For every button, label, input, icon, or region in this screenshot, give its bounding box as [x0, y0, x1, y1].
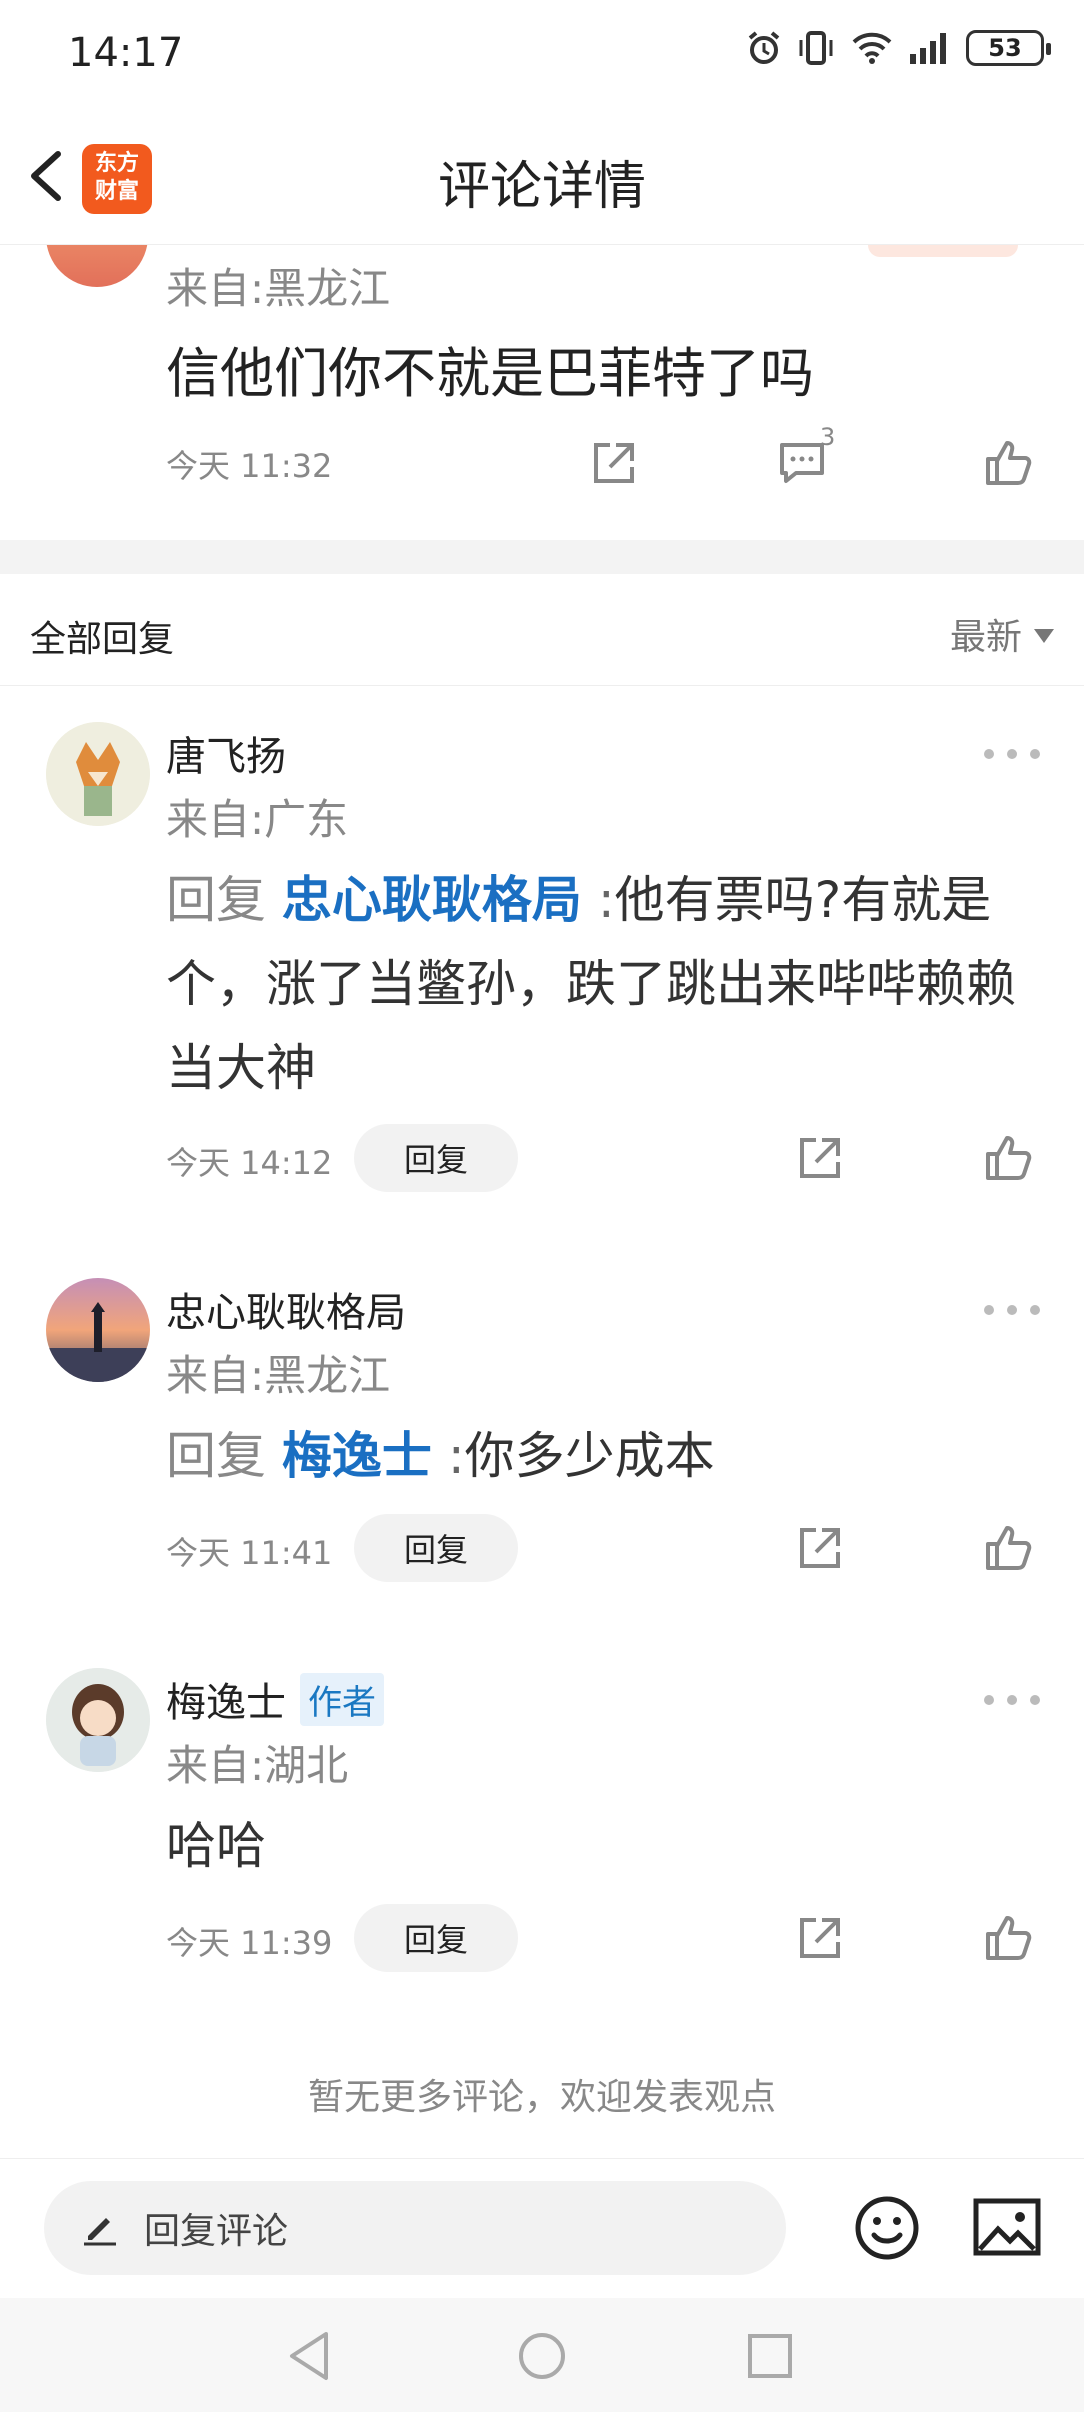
wifi-icon [852, 32, 892, 64]
reply-colon: : [597, 871, 615, 929]
author-badge: 作者 [300, 1672, 384, 1726]
comment-text: 信他们你不就是巴菲特了吗 [166, 342, 814, 405]
share-icon [800, 1918, 840, 1958]
reply-time: 今天 11:39 [166, 1924, 333, 1962]
system-back-button[interactable] [282, 2328, 338, 2384]
reply-location: 来自:广东 [166, 795, 349, 844]
square-recents-icon [748, 2334, 792, 2378]
like-button[interactable] [980, 435, 1036, 491]
reply-text: 回复 梅逸士 :你多少成本 [166, 1414, 1046, 1498]
author-name: 唐飞扬 [166, 734, 286, 780]
share-icon [800, 1528, 840, 1568]
reply-time: 今天 14:12 [166, 1144, 333, 1182]
more-options-button[interactable] [984, 1690, 1040, 1710]
back-arrow-icon [31, 151, 61, 201]
mention-link[interactable]: 忠心耿耿格局 [282, 871, 582, 929]
sort-dropdown[interactable]: 最新 [950, 608, 1054, 660]
reply-item: 梅逸士 作者 来自:湖北 哈哈 今天 11:39 回复 [0, 1640, 1084, 2000]
reply-time: 今天 11:41 [166, 1534, 333, 1572]
battery-indicator: 53 [966, 30, 1051, 66]
reply-text: 回复 忠心耿耿格局 :他有票吗?有就是个，涨了当鳖孙，跌了跳出来哔哔赖赖当大神 [166, 858, 1046, 1110]
reply-author[interactable]: 忠心耿耿格局 [166, 1280, 406, 1338]
main-comment: 来自:黑龙江 信他们你不就是巴菲特了吗 今天 11:32 3 [0, 244, 1084, 540]
pencil-icon [84, 2218, 116, 2246]
more-options-button[interactable] [984, 1300, 1040, 1320]
triangle-back-icon [290, 2332, 328, 2380]
author-name: 梅逸士 [166, 1680, 286, 1726]
mention-link[interactable]: 梅逸士 [282, 1427, 432, 1485]
image-button[interactable] [972, 2195, 1042, 2261]
author-name: 忠心耿耿格局 [166, 1290, 406, 1336]
reply-prefix: 回复 [166, 1427, 266, 1485]
avatar[interactable] [46, 722, 150, 826]
thumbs-up-icon [986, 441, 1032, 485]
reply-colon: : [447, 1427, 465, 1485]
section-divider [0, 540, 1084, 574]
reply-location: 来自:湖北 [166, 1741, 349, 1790]
vibrate-icon [799, 31, 833, 65]
comment-count-button[interactable]: 3 [774, 423, 835, 491]
share-icon [800, 1138, 840, 1178]
comment-location: 来自:黑龙江 [166, 264, 391, 313]
status-icons: 53 [746, 30, 1051, 66]
no-more-comments-note: 暂无更多评论，欢迎发表观点 [307, 2077, 776, 2118]
emoji-button[interactable] [852, 2193, 922, 2263]
like-button[interactable] [980, 1520, 1036, 1576]
alarm-icon [748, 31, 780, 64]
avatar[interactable] [46, 1668, 150, 1772]
comment-time: 今天 11:32 [166, 447, 333, 485]
caret-down-icon [1034, 629, 1054, 643]
status-bar: 14:17 53 [0, 0, 1084, 110]
back-button[interactable] [18, 146, 78, 206]
like-button[interactable] [980, 1910, 1036, 1966]
system-recents-button[interactable] [742, 2328, 798, 2384]
like-button[interactable] [980, 1130, 1036, 1186]
reply-button[interactable]: 回复 [354, 1904, 518, 1972]
reply-location: 来自:黑龙江 [166, 1351, 391, 1400]
system-home-button[interactable] [514, 2328, 570, 2384]
page-title: 评论详情 [437, 157, 646, 217]
reply-composer: 回复评论 [0, 2158, 1084, 2298]
more-options-button[interactable] [984, 744, 1040, 764]
share-button[interactable] [792, 1130, 848, 1186]
thumbs-up-icon [986, 1136, 1032, 1180]
share-icon [594, 443, 634, 483]
reply-item: 忠心耿耿格局 来自:黑龙江 回复 梅逸士 :你多少成本 今天 11:41 回复 [0, 1250, 1084, 1610]
reply-input-placeholder: 回复评论 [144, 2211, 289, 2252]
signal-icon [910, 33, 946, 64]
reply-item: 唐飞扬 来自:广东 回复 忠心耿耿格局 :他有票吗?有就是个，涨了当鳖孙，跌了跳… [0, 686, 1084, 1206]
avatar[interactable] [46, 245, 148, 287]
thumbs-up-icon [986, 1526, 1032, 1570]
system-navigation-bar [0, 2298, 1084, 2412]
status-badge [868, 245, 1018, 257]
nav-bar: 评论详情 东方 财富 [0, 110, 1084, 244]
reply-author[interactable]: 唐飞扬 [166, 724, 286, 782]
comment-count: 3 [820, 423, 836, 451]
reply-input[interactable]: 回复评论 [44, 2181, 786, 2275]
replies-header: 全部回复 最新 [0, 574, 1084, 686]
share-button[interactable] [792, 1910, 848, 1966]
app-logo[interactable]: 东方 财富 [82, 144, 152, 214]
fox-avatar-icon [46, 722, 150, 826]
thumbs-up-icon [986, 1916, 1032, 1960]
avatar[interactable] [46, 1278, 150, 1382]
cartoon-avatar-icon [46, 1668, 150, 1772]
status-time: 14:17 [68, 30, 184, 76]
reply-button[interactable]: 回复 [354, 1514, 518, 1582]
share-button[interactable] [586, 435, 642, 491]
reply-text: 哈哈 [166, 1817, 266, 1875]
sort-label: 最新 [949, 617, 1022, 658]
image-icon [973, 2198, 1041, 2256]
sunset-avatar-icon [46, 1278, 150, 1382]
reply-body: 你多少成本 [464, 1427, 715, 1485]
reply-button[interactable]: 回复 [354, 1124, 518, 1192]
reply-prefix: 回复 [166, 871, 266, 929]
section-title: 全部回复 [30, 619, 175, 660]
comment-icon [780, 443, 824, 483]
circle-home-icon [519, 2333, 565, 2379]
share-button[interactable] [792, 1520, 848, 1576]
emoji-icon [855, 2196, 919, 2260]
reply-author[interactable]: 梅逸士 作者 [166, 1670, 384, 1728]
